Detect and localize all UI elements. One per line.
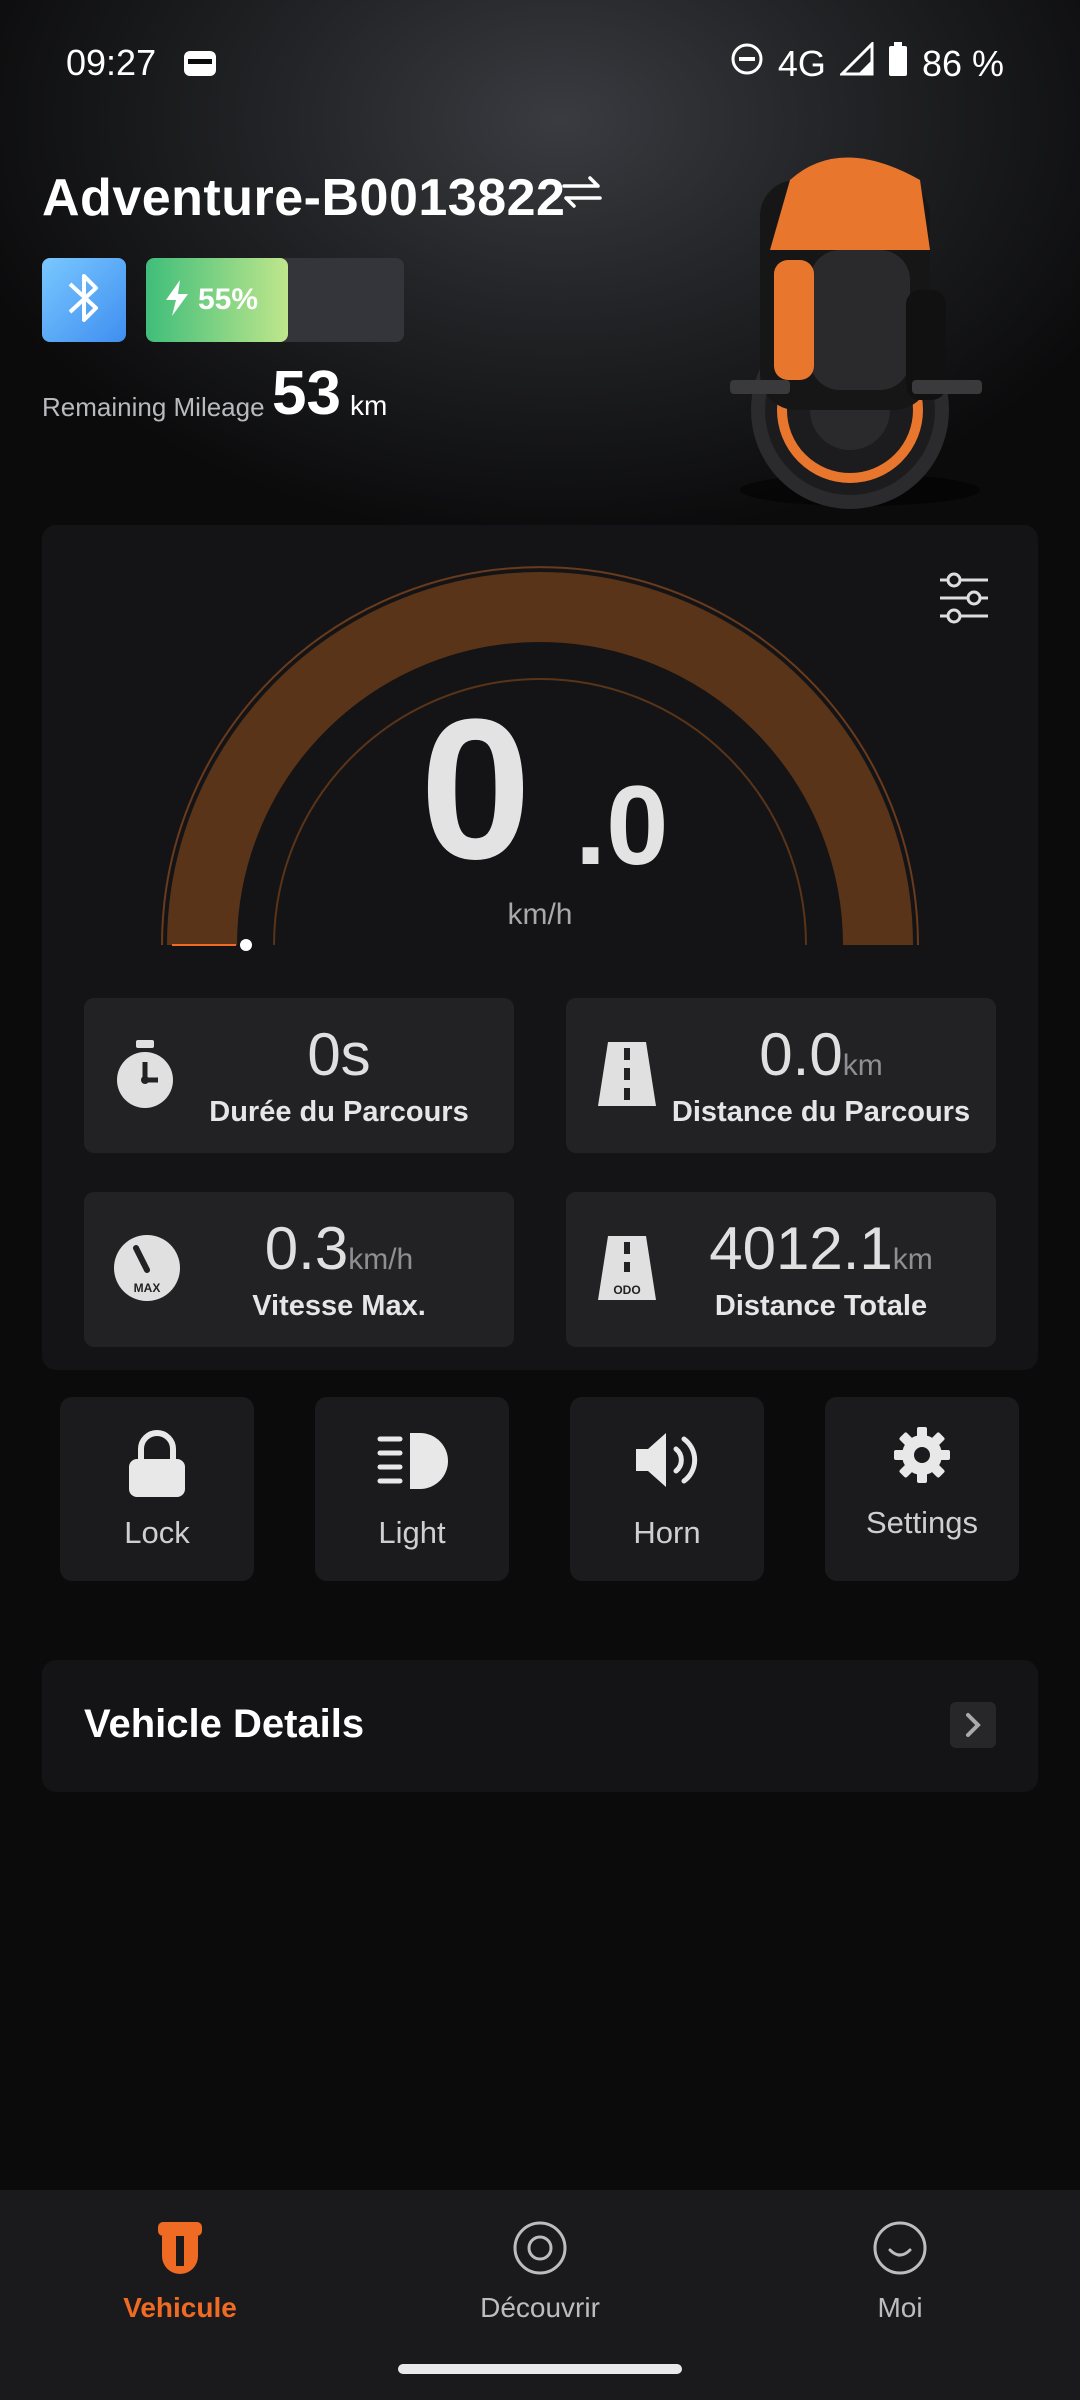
stat-value: 0.0 (759, 1021, 843, 1088)
vehicle-details-row[interactable]: Vehicle Details (42, 1660, 1038, 1792)
battery-percent: 86 % (921, 42, 1004, 84)
gauge-settings-icon[interactable] (936, 570, 992, 631)
battery-status-icon (888, 42, 908, 85)
stat-unit: km (842, 1049, 883, 1082)
headlight-icon (376, 1429, 448, 1498)
switch-device-icon[interactable] (560, 172, 604, 217)
nav-vehicule[interactable]: Vehicule (50, 2190, 310, 2370)
horn-button[interactable]: Horn (570, 1397, 764, 1581)
stat-label: Distance Totale (714, 1290, 928, 1322)
settings-label: Settings (865, 1505, 978, 1540)
battery-level-fill: 55% (146, 258, 288, 342)
lock-icon (125, 1429, 189, 1504)
bluetooth-button[interactable] (42, 258, 126, 342)
stat-max-speed: MAX 0.3km/h Vitesse Max. (84, 1192, 514, 1347)
gear-icon (892, 1425, 952, 1490)
dnd-icon (730, 42, 764, 85)
nav-label: Moi (877, 2292, 923, 2323)
light-label: Light (378, 1515, 446, 1550)
unicycle-icon (154, 2220, 206, 2281)
remaining-mileage-label: Remaining Mileage (42, 392, 265, 422)
notification-wallet-icon (183, 48, 217, 83)
stat-unit: km/h (348, 1243, 414, 1276)
settings-button[interactable]: Settings (825, 1397, 1019, 1581)
battery-level-bar: 55% (146, 258, 404, 342)
stat-value: 0.3 (264, 1215, 349, 1282)
stat-label: Distance du Parcours (671, 1096, 971, 1128)
speed-unit: km/h (507, 898, 573, 931)
vehicle-image (700, 140, 1000, 520)
nav-label: Vehicule (123, 2292, 237, 2323)
stat-value: 4012.1 (709, 1215, 893, 1282)
current-speed-decimal: .0 (575, 763, 669, 888)
lock-button[interactable]: Lock (60, 1397, 254, 1581)
stat-total-distance: ODO 4012.1km Distance Totale (566, 1192, 996, 1347)
stat-ride-duration: 0s Durée du Parcours (84, 998, 514, 1153)
nav-label: Découvrir (480, 2292, 600, 2323)
device-name: Adventure-B0013822 (42, 169, 566, 227)
discover-icon (512, 2220, 568, 2281)
horn-label: Horn (633, 1515, 701, 1550)
bluetooth-icon (62, 268, 106, 333)
chevron-right-icon (950, 1702, 996, 1748)
battery-level-label: 55% (198, 283, 259, 316)
stat-unit: km (892, 1243, 933, 1276)
stat-label: Vitesse Max. (252, 1290, 426, 1322)
nav-decouvrir[interactable]: Découvrir (410, 2190, 670, 2370)
remaining-mileage-unit: km (350, 390, 388, 421)
stat-ride-distance: 0.0km Distance du Parcours (566, 998, 996, 1153)
profile-smile-icon (872, 2220, 928, 2281)
home-indicator[interactable] (398, 2364, 682, 2374)
stat-label: Durée du Parcours (209, 1096, 469, 1128)
stat-value: 0s (307, 1021, 371, 1088)
lock-label: Lock (124, 1515, 190, 1550)
speaker-icon (632, 1429, 702, 1496)
status-indicators: 4G 86 % (730, 40, 1004, 85)
network-type: 4G (777, 42, 826, 84)
charging-bolt-icon (164, 278, 190, 323)
light-button[interactable]: Light (315, 1397, 509, 1581)
signal-icon (838, 40, 874, 85)
status-time: 09:27 (66, 42, 157, 83)
nav-moi[interactable]: Moi (770, 2190, 1030, 2370)
remaining-mileage-value: 53 (272, 359, 341, 428)
vehicle-details-title: Vehicle Details (84, 1702, 365, 1746)
current-speed-integer: 0 (420, 678, 531, 901)
